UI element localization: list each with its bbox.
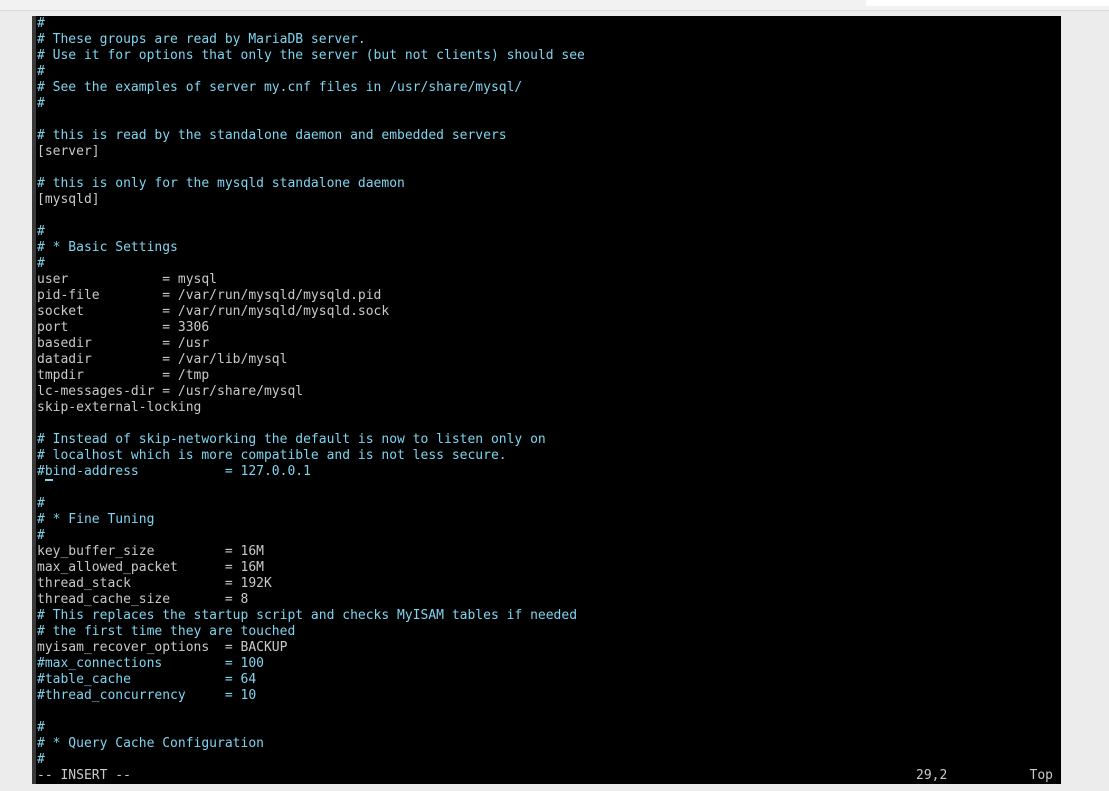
editor-line[interactable]: port = 3306 [37, 320, 585, 336]
scroll-position: Top [1029, 768, 1053, 783]
editor-line[interactable]: max_allowed_packet = 16M [37, 560, 585, 576]
editor-line[interactable]: # See the examples of server my.cnf file… [37, 80, 585, 96]
editor-line[interactable]: # Instead of skip-networking the default… [37, 432, 585, 448]
editor-line[interactable]: [server] [37, 144, 585, 160]
editor-line[interactable]: # [37, 752, 585, 768]
editor-line[interactable]: #max_connections = 100 [37, 656, 585, 672]
editor-line[interactable]: # this is read by the standalone daemon … [37, 128, 585, 144]
top-chrome-bar [0, 0, 1109, 11]
line-text-after-cursor: ind-address = 127.0.0.1 [52, 464, 311, 479]
editor-line[interactable]: user = mysql [37, 272, 585, 288]
editor-line[interactable]: [mysqld] [37, 192, 585, 208]
editor-line[interactable]: # [37, 256, 585, 272]
editor-line[interactable]: # [37, 528, 585, 544]
editor-line[interactable]: # * Fine Tuning [37, 512, 585, 528]
top-chrome-field [866, 0, 1109, 6]
editor-line[interactable]: # the first time they are touched [37, 624, 585, 640]
editor-line[interactable]: # * Query Cache Configuration [37, 736, 585, 752]
editor-line[interactable]: # Use it for options that only the serve… [37, 48, 585, 64]
editor-line[interactable] [37, 112, 585, 128]
editor-line[interactable]: lc-messages-dir = /usr/share/mysql [37, 384, 585, 400]
editor-line[interactable]: # These groups are read by MariaDB serve… [37, 32, 585, 48]
editor-line[interactable]: # [37, 64, 585, 80]
editor-line[interactable]: #bind-address = 127.0.0.1 [37, 464, 585, 481]
editor-line[interactable]: # * Basic Settings [37, 240, 585, 256]
editor-line[interactable] [37, 480, 585, 496]
terminal-window: # # These groups are read by MariaDB serv… [32, 16, 1061, 784]
editor-line[interactable]: # This replaces the startup script and c… [37, 608, 585, 624]
editor-line[interactable]: datadir = /var/lib/mysql [37, 352, 585, 368]
editor-line[interactable]: socket = /var/run/mysqld/mysqld.sock [37, 304, 585, 320]
editor-line[interactable]: # [37, 96, 585, 112]
editor-line[interactable]: tmpdir = /tmp [37, 368, 585, 384]
editor-line[interactable] [37, 704, 585, 720]
line-text-before-cursor: # [37, 464, 45, 479]
text-cursor: b [44, 464, 53, 481]
vim-status-line: -- INSERT -- 29,2 Top [37, 768, 1057, 784]
editor-line[interactable]: # [37, 224, 585, 240]
window-side-margin [1061, 16, 1109, 784]
editor-line[interactable] [37, 160, 585, 176]
editor-line[interactable]: # [37, 720, 585, 736]
cursor-position: 29,2 [916, 768, 948, 783]
editor-line[interactable]: # [37, 496, 585, 512]
editor-line[interactable]: pid-file = /var/run/mysqld/mysqld.pid [37, 288, 585, 304]
editor-line[interactable]: myisam_recover_options = BACKUP [37, 640, 585, 656]
vim-editor[interactable]: # # These groups are read by MariaDB serv… [36, 16, 1061, 784]
editor-line[interactable]: key_buffer_size = 16M [37, 544, 585, 560]
editor-line[interactable]: # localhost which is more compatible and… [37, 448, 585, 464]
editor-line[interactable] [37, 416, 585, 432]
editor-line[interactable]: basedir = /usr [37, 336, 585, 352]
mode-indicator: -- INSERT -- [37, 768, 131, 783]
editor-line[interactable]: #thread_concurrency = 10 [37, 688, 585, 704]
editor-line[interactable]: #table_cache = 64 [37, 672, 585, 688]
editor-line[interactable] [37, 208, 585, 224]
editor-line[interactable]: thread_stack = 192K [37, 576, 585, 592]
editor-line[interactable]: thread_cache_size = 8 [37, 592, 585, 608]
editor-line[interactable]: # this is only for the mysqld standalone… [37, 176, 585, 192]
editor-line[interactable]: skip-external-locking [37, 400, 585, 416]
editor-line[interactable]: # [37, 16, 585, 32]
editor-buffer[interactable]: # # These groups are read by MariaDB serv… [37, 16, 585, 768]
line-text: #bind-address = 127.0.0.1 [37, 464, 311, 481]
